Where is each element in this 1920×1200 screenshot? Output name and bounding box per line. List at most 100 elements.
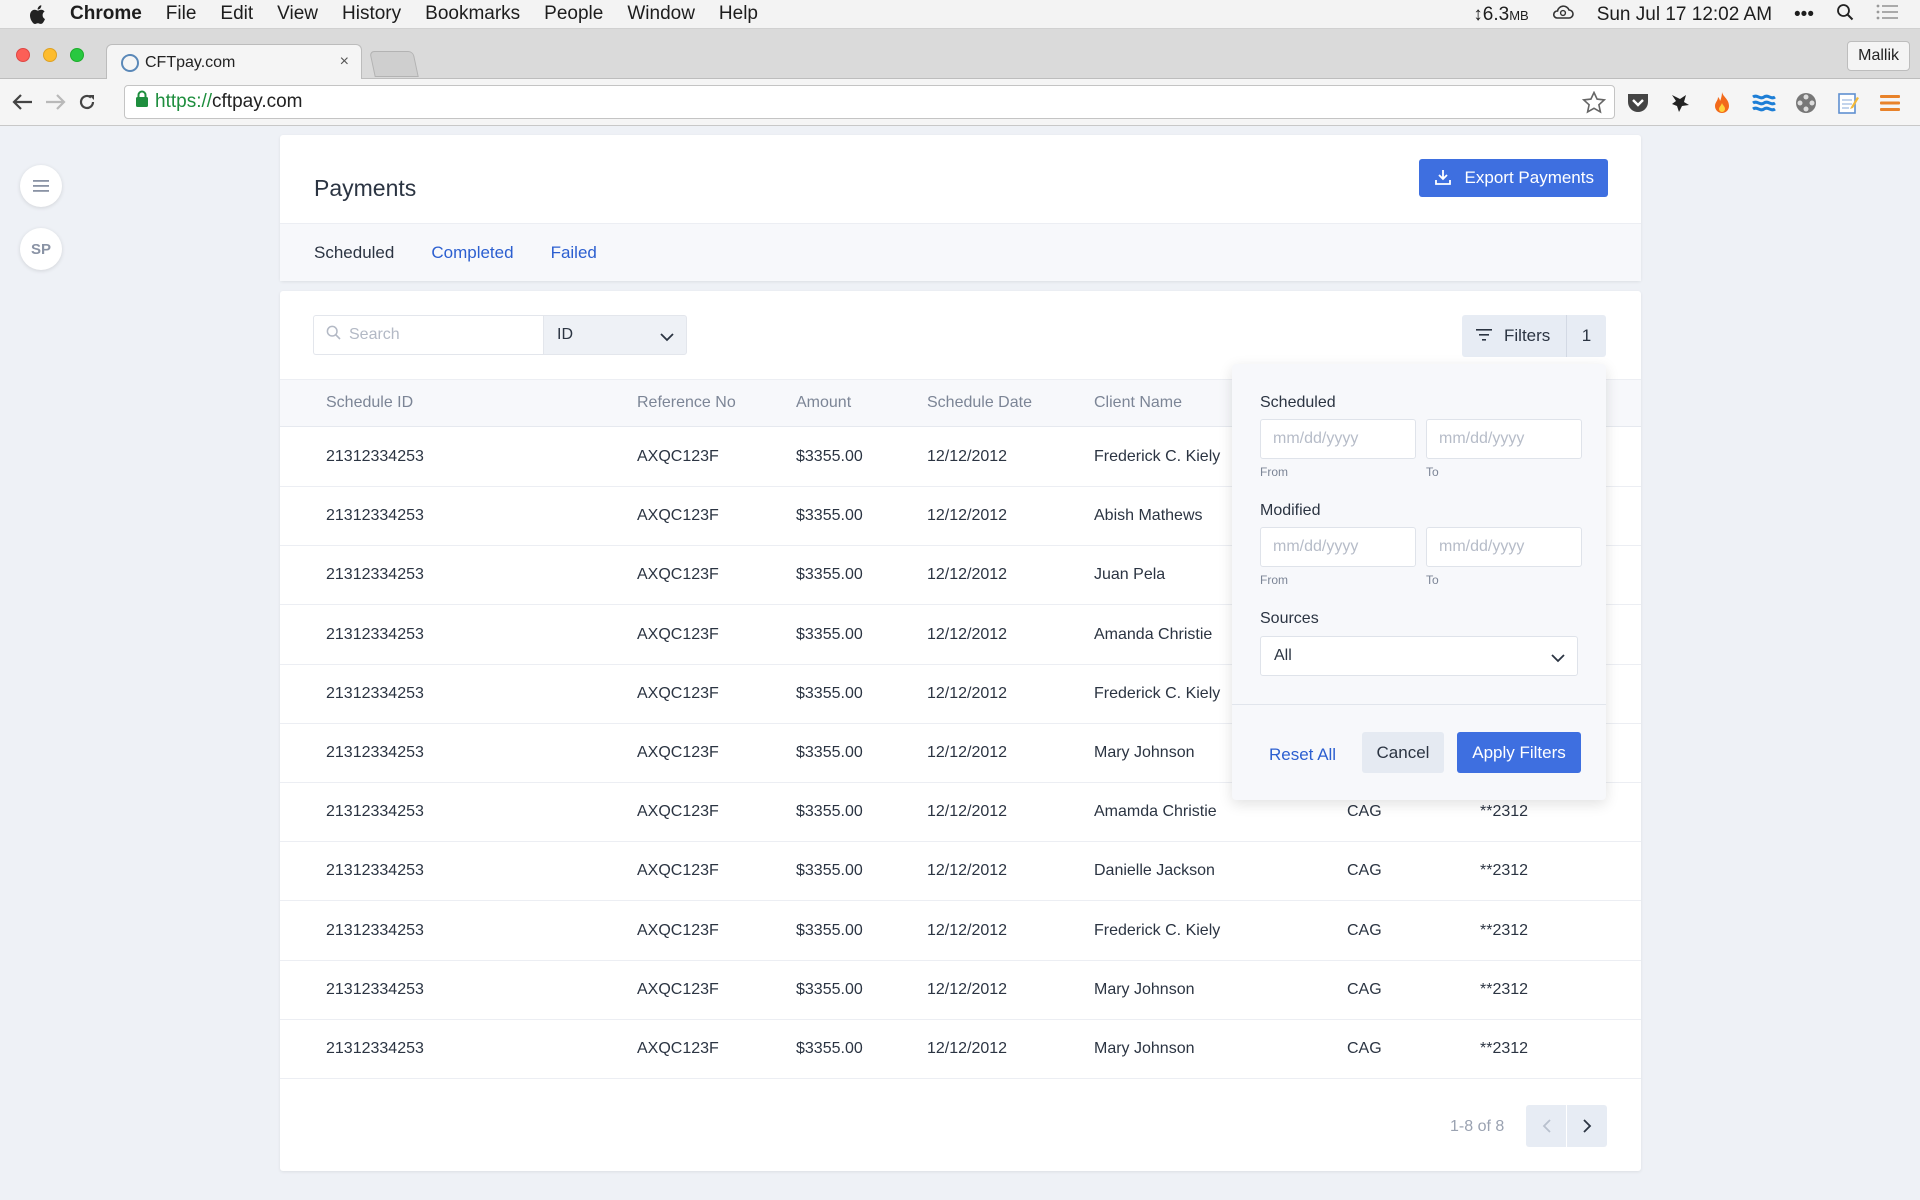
schedule-id-cell: 21312334253: [326, 684, 424, 702]
filters-button[interactable]: Filters 1: [1462, 315, 1606, 357]
panel-divider: [1232, 704, 1606, 705]
more-dots-icon[interactable]: •••: [1794, 4, 1814, 26]
menu-people[interactable]: People: [544, 3, 603, 25]
browser-tab-strip: CFTpay.com × Mallik: [0, 29, 1920, 80]
film-reel-extension-icon[interactable]: [1792, 89, 1820, 117]
table-row[interactable]: 21312334253 AXQC123F $3355.00 12/12/2012 Dan…: [280, 842, 1641, 902]
schedule-date-cell: 12/12/2012: [927, 1040, 1008, 1057]
forward-arrow-icon[interactable]: [40, 87, 70, 117]
column-header[interactable]: Client Name: [1094, 394, 1182, 412]
menu-view[interactable]: View: [277, 3, 318, 25]
scheduled-from-date-input[interactable]: mm/dd/yyyy: [1260, 419, 1416, 459]
amount-cell: $3355.00: [796, 684, 863, 702]
reference-no-cell: AXQC123F: [637, 684, 719, 702]
table-row[interactable]: 21312334253 AXQC123F $3355.00 12/12/2012 Mar…: [280, 1020, 1641, 1079]
source-cell: CAG: [1347, 803, 1382, 821]
back-arrow-icon[interactable]: [8, 87, 38, 117]
column-header[interactable]: Schedule Date: [927, 394, 1032, 412]
account-cell: **2312: [1480, 921, 1529, 939]
browser-tab-active[interactable]: CFTpay.com ×: [106, 44, 362, 80]
schedule-id-cell: 21312334253: [326, 744, 424, 761]
menu-window[interactable]: Window: [627, 3, 695, 25]
client-name-cell: Frederick C. Kiely: [1094, 684, 1221, 702]
from-caption: From: [1260, 465, 1288, 479]
bookmark-star-icon[interactable]: [1581, 90, 1607, 120]
window-close-button[interactable]: [16, 48, 30, 62]
menu-extras: ↕6.3MB Sun Jul 17 12:02 AM •••: [1473, 0, 1898, 29]
menu-help[interactable]: Help: [719, 3, 758, 25]
bird-extension-icon[interactable]: [1666, 89, 1694, 117]
next-page-button[interactable]: [1567, 1105, 1607, 1147]
waves-extension-icon[interactable]: [1750, 89, 1778, 117]
schedule-id-cell: 21312334253: [326, 566, 424, 584]
reference-no-cell: AXQC123F: [637, 1040, 719, 1057]
window-minimize-button[interactable]: [43, 48, 57, 62]
amount-cell: $3355.00: [796, 803, 863, 821]
menu-edit[interactable]: Edit: [220, 3, 253, 25]
lock-icon: [135, 90, 149, 114]
source-cell: CAG: [1347, 980, 1382, 998]
window-zoom-button[interactable]: [70, 48, 84, 62]
menu-bookmarks[interactable]: Bookmarks: [425, 3, 520, 25]
spotlight-search-icon[interactable]: [1836, 3, 1854, 27]
tab-completed[interactable]: Completed: [431, 243, 513, 263]
column-header[interactable]: Schedule ID: [326, 394, 413, 412]
chrome-menu-icon[interactable]: [1876, 89, 1904, 117]
apple-icon[interactable]: [28, 3, 48, 25]
notification-list-icon[interactable]: [1876, 4, 1898, 26]
export-payments-button[interactable]: Export Payments: [1418, 159, 1608, 197]
menu-clock[interactable]: Sun Jul 17 12:02 AM: [1597, 4, 1772, 26]
fire-extension-icon[interactable]: [1708, 89, 1736, 117]
sources-select[interactable]: All: [1260, 636, 1578, 676]
menu-toggle-button[interactable]: [20, 165, 62, 207]
table-row[interactable]: 21312334253 AXQC123F $3355.00 12/12/2012 Fre…: [280, 902, 1641, 961]
filters-label: Filters: [1504, 326, 1551, 345]
search-input[interactable]: Search: [313, 315, 543, 355]
menu-app-name[interactable]: Chrome: [70, 3, 142, 25]
user-avatar[interactable]: SP: [20, 228, 62, 270]
column-header[interactable]: Reference No: [637, 394, 736, 412]
cancel-button[interactable]: Cancel: [1362, 732, 1444, 773]
search-field-value: ID: [557, 326, 573, 343]
notes-extension-icon[interactable]: [1834, 89, 1862, 117]
from-caption: From: [1260, 573, 1288, 587]
memory-indicator[interactable]: ↕6.3MB: [1473, 4, 1528, 26]
schedule-id-cell: 21312334253: [326, 921, 424, 939]
tab-close-icon[interactable]: ×: [340, 53, 349, 71]
client-name-cell: Abish Mathews: [1094, 507, 1203, 525]
reload-icon[interactable]: [72, 87, 102, 117]
payment-status-tabs: Scheduled Completed Failed: [280, 223, 1641, 281]
column-header[interactable]: Amount: [796, 394, 851, 412]
profile-button[interactable]: Mallik: [1847, 41, 1910, 71]
client-name-cell: Mary Johnson: [1094, 744, 1195, 761]
os-menu-bar: Chrome File Edit View History Bookmarks …: [0, 0, 1920, 29]
previous-page-button[interactable]: [1526, 1105, 1566, 1147]
to-caption: To: [1426, 573, 1439, 587]
table-row[interactable]: 21312334253 AXQC123F $3355.00 12/12/2012 Mar…: [280, 961, 1641, 1020]
modified-from-date-input[interactable]: mm/dd/yyyy: [1260, 527, 1416, 567]
search-field-select[interactable]: ID: [543, 315, 687, 355]
schedule-date-cell: 12/12/2012: [927, 448, 1008, 465]
tab-scheduled[interactable]: Scheduled: [314, 243, 394, 263]
reset-all-button[interactable]: Reset All: [1269, 745, 1336, 765]
menu-file[interactable]: File: [166, 3, 197, 25]
client-name-cell: Juan Pela: [1094, 566, 1166, 584]
new-tab-button[interactable]: [369, 51, 419, 77]
tab-failed[interactable]: Failed: [551, 243, 597, 263]
schedule-date-cell: 12/12/2012: [927, 803, 1008, 821]
client-name-cell: Danielle Jackson: [1094, 862, 1215, 880]
client-name-cell: Amamda Christie: [1094, 803, 1217, 821]
scheduled-to-date-input[interactable]: mm/dd/yyyy: [1426, 419, 1582, 459]
reference-no-cell: AXQC123F: [637, 921, 719, 939]
url-host: cftpay.com: [212, 91, 303, 112]
site-favicon-icon: [121, 53, 139, 72]
menu-history[interactable]: History: [342, 3, 401, 25]
hamburger-icon: [33, 180, 49, 192]
reference-no-cell: AXQC123F: [637, 744, 719, 761]
pocket-extension-icon[interactable]: [1624, 89, 1652, 117]
modified-to-date-input[interactable]: mm/dd/yyyy: [1426, 527, 1582, 567]
schedule-date-cell: 12/12/2012: [927, 862, 1008, 880]
address-bar[interactable]: https://cftpay.com: [124, 85, 1615, 119]
cloud-icon[interactable]: [1551, 4, 1575, 26]
apply-filters-button[interactable]: Apply Filters: [1457, 732, 1581, 773]
